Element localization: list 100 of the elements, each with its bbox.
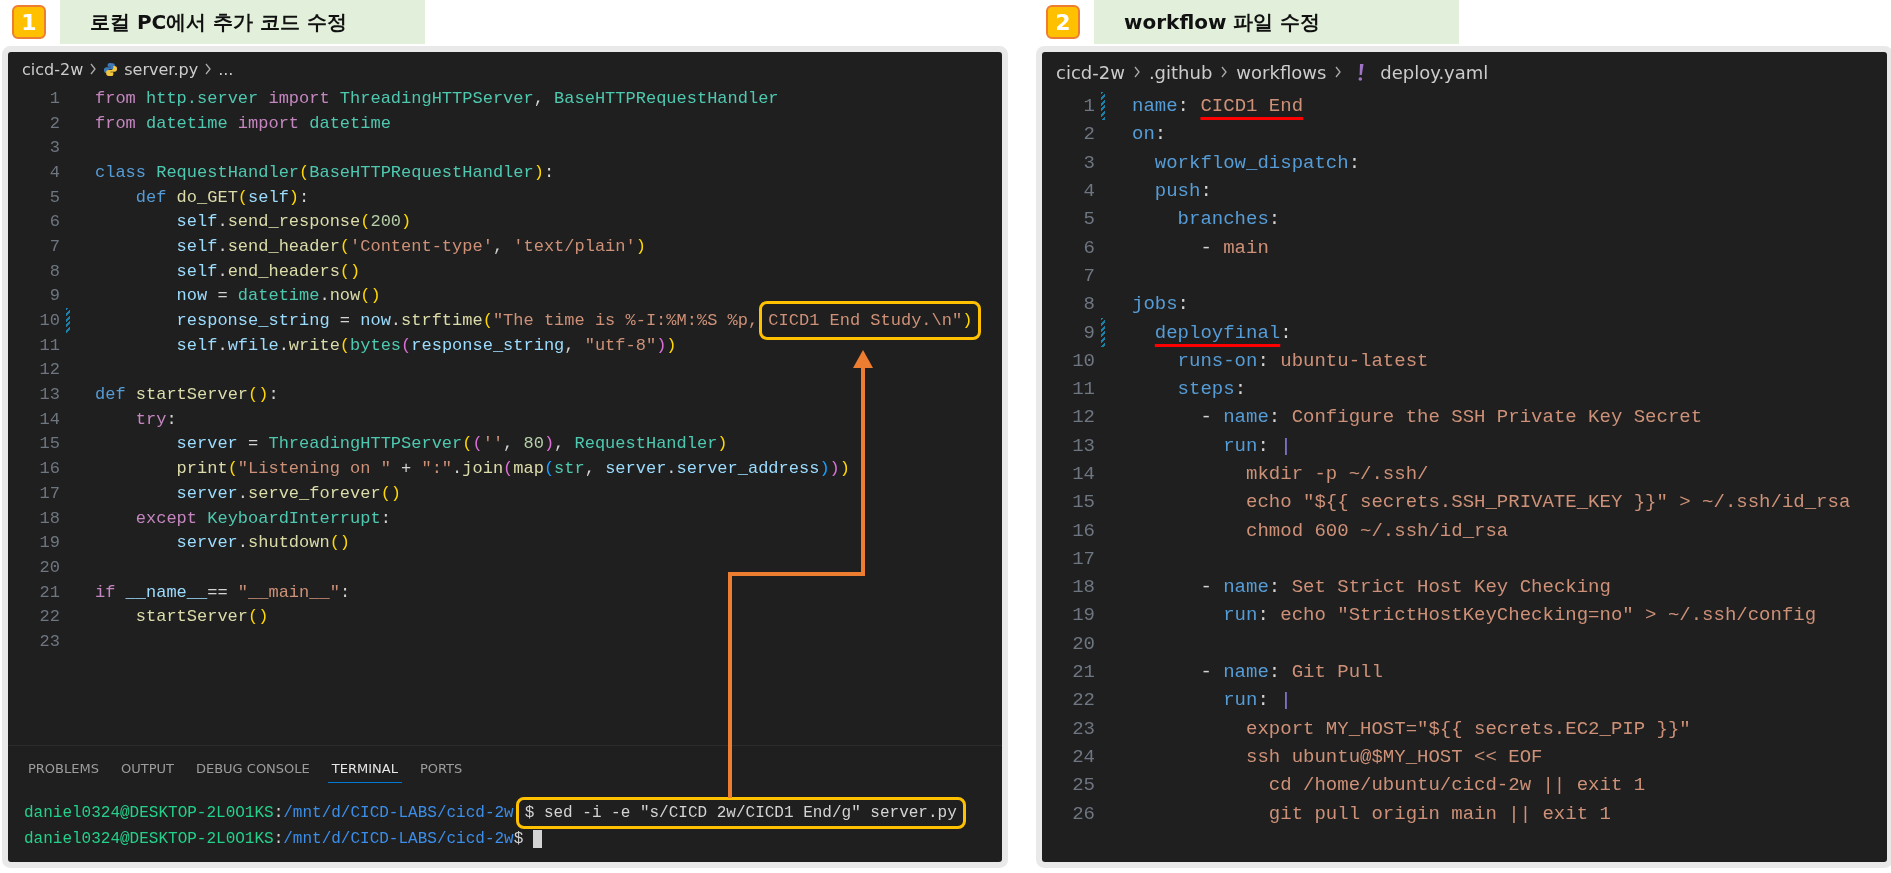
- line-number: 11: [1071, 378, 1095, 401]
- breadcrumb-item[interactable]: cicd-2w: [22, 59, 84, 79]
- code-line: run: |: [1222, 434, 1292, 457]
- line-number: 2: [1082, 123, 1095, 146]
- panel-tab[interactable]: OUTPUT: [116, 755, 178, 783]
- line-number: 14: [38, 409, 60, 429]
- chevron-icon: [204, 63, 213, 75]
- breadcrumb-item[interactable]: workflows: [1236, 61, 1327, 83]
- code-line: class RequestHandler(BaseHTTPRequestHandler):: [95, 162, 555, 182]
- highlighted-command: $ sed -i -e "s/CICD 2w/CICD1 End/g" server.py: [515, 797, 966, 829]
- line-number: 7: [48, 236, 60, 256]
- line-number: 10: [1071, 349, 1095, 372]
- code-line: deployfinal:: [1153, 321, 1292, 344]
- code-line: jobs:: [1132, 293, 1189, 316]
- code-line: self.send_response(200): [175, 212, 412, 232]
- code-line: export MY_HOST="${{ secrets.EC2_PIP }}": [1245, 717, 1691, 740]
- line-number: 9: [48, 286, 60, 306]
- code-line: server.shutdown(): [175, 533, 351, 553]
- line-number: 23: [38, 631, 60, 651]
- highlighted-code: CICD1 End Study.\n"): [759, 301, 982, 341]
- code-line: git pull origin main || exit 1: [1267, 802, 1611, 825]
- line-number: 25: [1071, 774, 1095, 797]
- code-line: if __name__== "__main__":: [95, 582, 351, 602]
- line-number: 13: [38, 385, 60, 405]
- code-line: def do_GET(self):: [134, 187, 310, 207]
- breadcrumb-item[interactable]: cicd-2w: [1056, 61, 1125, 83]
- chevron-icon: [1334, 66, 1343, 78]
- code-line: name: CICD1 End: [1132, 95, 1304, 118]
- code-line: branches:: [1176, 208, 1281, 231]
- python-file-icon: [103, 61, 119, 77]
- line-number: 9: [1082, 321, 1095, 344]
- line-number: 17: [1071, 547, 1095, 570]
- line-number: 11: [38, 335, 60, 355]
- code-line: run: echo "StrictHostKeyChecking=no" > ~/.ssh/config: [1222, 604, 1817, 627]
- line-number: 21: [1071, 661, 1095, 684]
- code-line: runs-on: ubuntu-latest: [1176, 349, 1429, 372]
- line-number: 16: [38, 459, 60, 479]
- line-number: 17: [38, 483, 60, 503]
- line-number: 4: [48, 162, 60, 182]
- code-line: - name: Set Strict Host Key Checking: [1199, 576, 1611, 599]
- breadcrumb-item[interactable]: .github: [1148, 61, 1213, 83]
- line-number: 1: [1082, 95, 1095, 118]
- line-number: 20: [1071, 632, 1095, 655]
- step-number-badge: 1: [12, 5, 46, 39]
- line-number: 15: [1071, 491, 1095, 514]
- breadcrumb-item[interactable]: deploy.yaml: [1380, 61, 1489, 83]
- chevron-icon: [1220, 66, 1229, 78]
- panel-tab[interactable]: DEBUG CONSOLE: [191, 755, 314, 783]
- line-number: 16: [1071, 519, 1095, 542]
- panel-tab[interactable]: PORTS: [415, 755, 467, 783]
- code-line: ssh ubuntu@$MY_HOST << EOF: [1245, 745, 1543, 768]
- code-line: server = ThreadingHTTPServer(('', 80), RequestHandler): [175, 434, 728, 454]
- code-line: - main: [1199, 236, 1269, 259]
- code-line: except KeyboardInterrupt:: [134, 508, 391, 528]
- code-line: startServer(): [134, 607, 269, 627]
- code-line: mkdir -p ~/.ssh/: [1245, 463, 1429, 485]
- code-line: now = datetime.now(): [175, 286, 381, 306]
- line-number: 4: [1082, 180, 1095, 203]
- code-line: server.serve_forever(): [175, 483, 402, 503]
- line-number: 26: [1071, 802, 1095, 825]
- code-line: on:: [1132, 123, 1167, 146]
- line-number: 14: [1071, 463, 1095, 485]
- line-number: 6: [1082, 236, 1095, 259]
- code-line: print("Listening on " + ":".join(map(str, server.server_address))): [175, 459, 850, 479]
- code-line: push:: [1153, 180, 1212, 203]
- line-number: 19: [1071, 604, 1095, 627]
- step-number-badge: 2: [1046, 5, 1080, 39]
- line-number: 2: [48, 113, 60, 133]
- panel-tab[interactable]: TERMINAL: [327, 755, 402, 783]
- terminal-cursor: [532, 830, 542, 848]
- panel-tab[interactable]: PROBLEMS: [24, 755, 103, 783]
- code-line: - name: Git Pull: [1199, 661, 1383, 684]
- line-number: 23: [1071, 717, 1095, 740]
- chevron-icon: [1132, 66, 1141, 78]
- line-number: 8: [48, 261, 60, 281]
- line-number: 18: [1071, 576, 1095, 599]
- code-line: echo "${{ secrets.SSH_PRIVATE_KEY }}" > ~/.ssh/id_rsa: [1245, 491, 1851, 514]
- line-number: 5: [1082, 208, 1095, 231]
- line-number: 24: [1071, 745, 1095, 768]
- line-number: 3: [1082, 151, 1095, 174]
- line-number: 5: [48, 187, 60, 207]
- code-line: response_string = now.strftime("The time is %-I:%M:%S %p,: [175, 311, 760, 331]
- code-line: self.send_header('Content-type', 'text/plain'): [175, 236, 646, 256]
- code-line: from datetime import datetime: [95, 113, 391, 133]
- line-number: 22: [38, 607, 60, 627]
- code-line: from http.server import ThreadingHTTPServer, BaseHTTPRequestHandler: [95, 88, 779, 108]
- code-line: try:: [134, 409, 177, 429]
- line-number: 10: [38, 311, 60, 331]
- terminal-line: daniel0324@DESKTOP-2L0O1KS:/mnt/d/CICD-LABS/cicd-2w: [24, 804, 514, 822]
- code-line: self.end_headers(): [175, 261, 361, 281]
- line-number: 8: [1082, 293, 1095, 316]
- breadcrumb-item[interactable]: ...: [218, 59, 234, 79]
- code-line: - name: Configure the SSH Private Key Secret: [1199, 406, 1703, 429]
- code-line: run: |: [1222, 689, 1292, 712]
- line-number: 19: [38, 533, 60, 553]
- breadcrumb-item[interactable]: server.py: [124, 59, 199, 79]
- chevron-icon: [89, 63, 98, 75]
- line-number: 1: [48, 88, 60, 108]
- code-line: def startServer():: [95, 385, 279, 405]
- line-number: 12: [1071, 406, 1095, 429]
